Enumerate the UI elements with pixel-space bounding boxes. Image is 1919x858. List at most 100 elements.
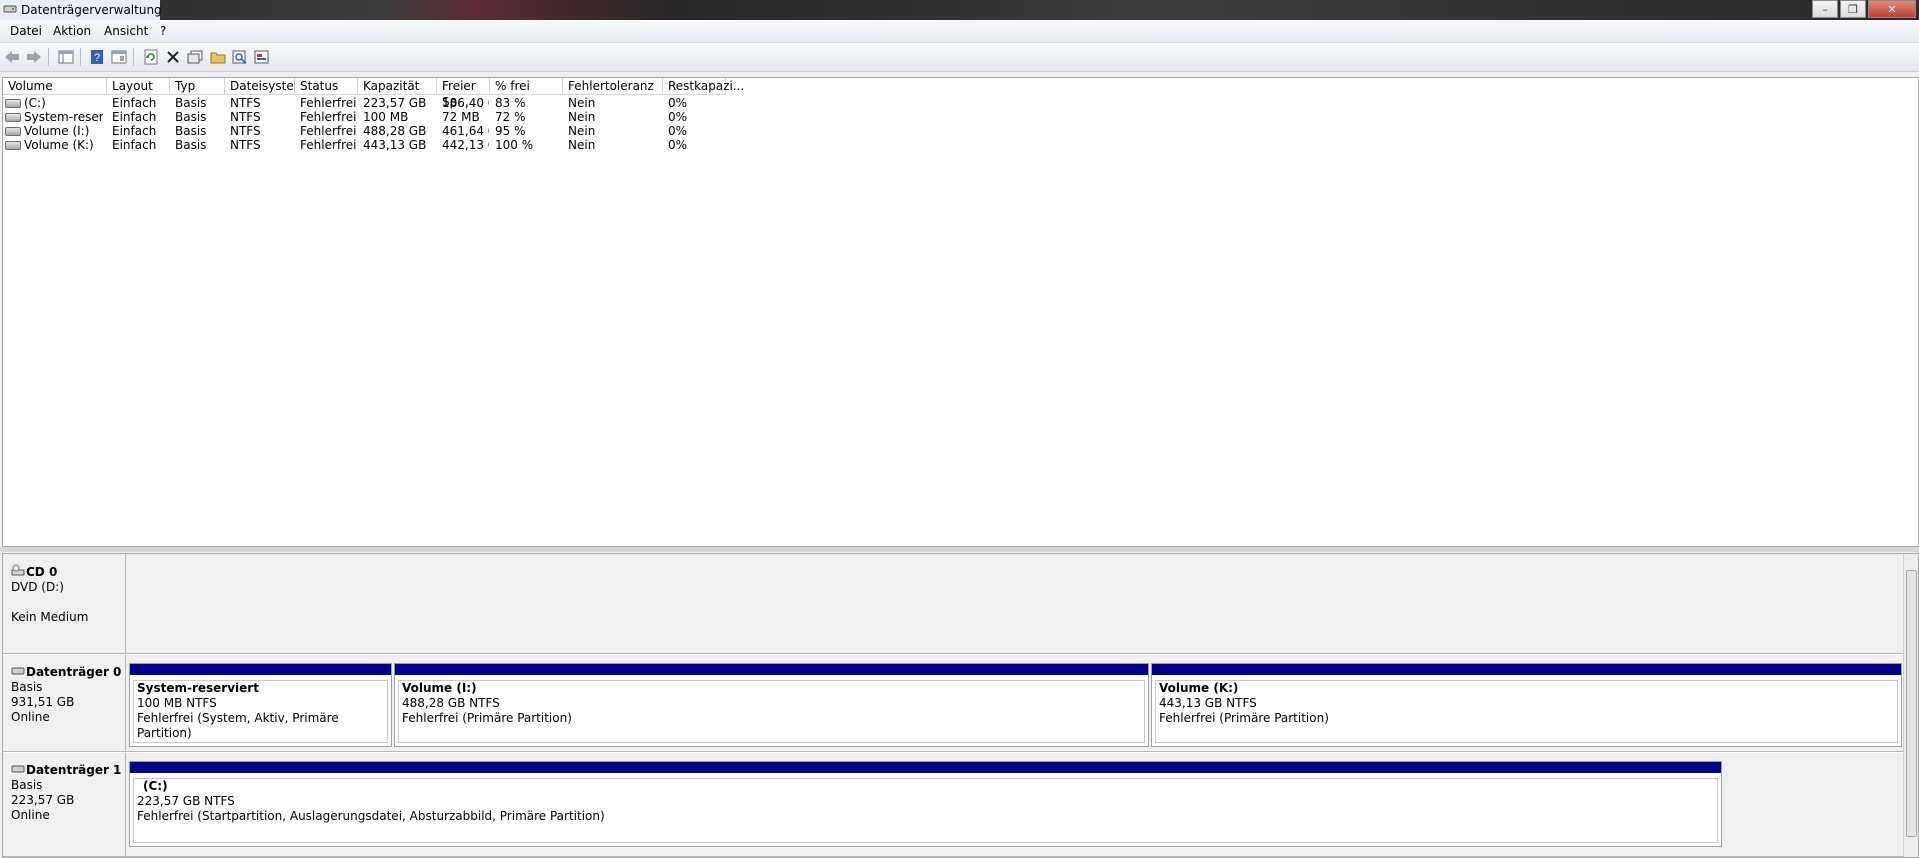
disk-name: Datenträger 1 [11, 763, 125, 778]
disk-name-text: Datenträger 1 [26, 763, 122, 777]
hard-disk-icon [11, 665, 25, 679]
disk-size: 931,51 GB [11, 695, 75, 709]
svg-text:?: ? [94, 52, 100, 64]
disk-type: Basis [11, 680, 43, 694]
table-cell: 100 % [495, 138, 534, 152]
disk-name: Datenträger 0 [11, 665, 125, 680]
minimize-button[interactable]: – [1812, 0, 1838, 18]
close-icon: ✕ [1887, 2, 1897, 16]
disk-label-2[interactable]: Datenträger 1 Basis 223,57 GB Online [3, 753, 126, 857]
partition-type-bar [130, 762, 1721, 773]
delete-icon[interactable] [165, 49, 181, 65]
disk-label-0[interactable]: CD 0 DVD (D:) Kein Medium [3, 554, 126, 654]
maximize-button[interactable]: ❐ [1840, 0, 1866, 18]
table-cell: 443,13 GB [363, 138, 427, 152]
partition-status: Fehlerfrei (System, Aktiv, Primäre Parti… [137, 711, 339, 740]
table-cell: Nein [568, 138, 596, 152]
search-icon[interactable] [232, 49, 248, 65]
back-arrow-icon[interactable] [4, 49, 20, 65]
close-button[interactable]: ✕ [1868, 0, 1916, 18]
disk-management-icon [3, 5, 17, 13]
table-row[interactable]: Volume (K:) Einfach Basis NTFS Fehlerfrei (.… [3, 137, 1918, 154]
partition-info: Volume (K:) 443,13 GB NTFS Fehlerfrei (Pri… [1155, 680, 1898, 743]
volume-name: Volume (K:) [24, 138, 94, 152]
disk-type: Basis [11, 778, 43, 792]
partition-info: (C:) 223,57 GB NTFS Fehlerfrei (Startparti… [133, 778, 1718, 843]
partition-title: Volume (I:) [402, 681, 477, 695]
partition-info: Volume (I:) 488,28 GB NTFS Fehlerfrei (Pri… [398, 680, 1145, 743]
properties-view-icon[interactable] [111, 49, 127, 65]
drive-icon [5, 127, 21, 136]
disk-partition-area-2: (C:) 223,57 GB NTFS Fehlerfrei (Startparti… [126, 753, 1903, 857]
disk-state: Online [11, 710, 50, 724]
hard-disk-icon [11, 763, 25, 777]
partition-type-bar [1152, 664, 1901, 675]
menu-datei[interactable]: Datei [10, 24, 42, 38]
menu-ansicht[interactable]: Ansicht [104, 24, 148, 38]
table-cell: Basis [175, 138, 207, 152]
column-header-4[interactable]: Dateisystem [225, 78, 305, 95]
rescan-icon[interactable] [254, 49, 270, 65]
partition-type-bar [130, 664, 391, 675]
help-icon[interactable]: ? [89, 49, 105, 65]
table-cell: Einfach [112, 138, 157, 152]
column-header-8[interactable]: % frei [490, 78, 563, 95]
partition-block[interactable]: System-reserviert 100 MB NTFS Fehlerfrei (… [129, 663, 392, 747]
vertical-scrollbar[interactable] [1903, 554, 1918, 857]
table-cell: 442,13 GB [442, 138, 489, 152]
disk-graphical-view[interactable]: CD 0 DVD (D:) Kein Medium Datenträger 0 Basi… [2, 553, 1919, 858]
toolbar-separator [133, 48, 134, 66]
partition-size: 443,13 GB NTFS [1159, 696, 1257, 710]
table-cell: Fehlerfrei (... [300, 138, 357, 152]
partition-title: Volume (K:) [1159, 681, 1239, 695]
toolbar: ? [0, 43, 1919, 72]
partition-status: Fehlerfrei (Primäre Partition) [1159, 711, 1329, 725]
volume-name: (C:) [24, 96, 46, 110]
partition-info: System-reserviert 100 MB NTFS Fehlerfrei (… [133, 680, 388, 743]
table-cell: NTFS [230, 138, 261, 152]
window-title: Datenträgerverwaltung [21, 3, 162, 17]
disk-label-1[interactable]: Datenträger 0 Basis 931,51 GB Online [3, 655, 126, 752]
partition-status: Fehlerfrei (Startpartition, Auslagerungs… [137, 809, 605, 823]
column-header-7[interactable]: Freier Sp... [437, 78, 490, 109]
properties-icon[interactable] [187, 49, 203, 65]
disk-state: Online [11, 808, 50, 822]
partition-size: 100 MB NTFS [137, 696, 217, 710]
disk-partition-area-1: System-reserviert 100 MB NTFS Fehlerfrei (… [126, 655, 1903, 752]
cd-drive-icon [11, 564, 25, 579]
forward-arrow-icon[interactable] [26, 49, 42, 65]
volume-name: Volume (I:) [24, 124, 90, 138]
disk-partition-area-0 [126, 554, 1903, 654]
volume-name: System-reserviert [24, 110, 103, 124]
disk-size: 223,57 GB [11, 793, 75, 807]
partition-block[interactable]: (C:) 223,57 GB NTFS Fehlerfrei (Startparti… [129, 761, 1722, 847]
refresh-icon[interactable] [143, 49, 159, 65]
partition-title: (C:) [143, 779, 168, 793]
open-folder-icon[interactable] [210, 49, 226, 65]
minimize-icon: – [1822, 2, 1828, 16]
partition-block[interactable]: Volume (K:) 443,13 GB NTFS Fehlerfrei (Pri… [1151, 663, 1902, 747]
partition-block[interactable]: Volume (I:) 488,28 GB NTFS Fehlerfrei (Pri… [394, 663, 1149, 747]
column-header-3[interactable]: Typ [170, 78, 225, 95]
drive-icon [5, 141, 21, 150]
column-header-1[interactable]: Volume [3, 78, 107, 95]
column-header-6[interactable]: Kapazität [358, 78, 437, 95]
column-header-5[interactable]: Status [295, 78, 358, 95]
scrollbar-thumb[interactable] [1906, 570, 1917, 837]
volume-list[interactable]: Volume Layout Typ Dateisystem Status Kapazitä… [2, 77, 1919, 547]
drive-icon [5, 99, 21, 108]
restore-icon: ❐ [1848, 2, 1858, 16]
pane-splitter[interactable] [0, 547, 1919, 552]
disk-name-text: CD 0 [26, 565, 58, 579]
partition-status: Fehlerfrei (Primäre Partition) [402, 711, 572, 725]
column-header-10[interactable]: Restkapazi... [663, 78, 744, 95]
column-header-2[interactable]: Layout [107, 78, 170, 95]
table-cell: 0% [668, 138, 688, 152]
column-header-9[interactable]: Fehlertoleranz [563, 78, 663, 95]
title-bar: Datenträgerverwaltung – ❐ ✕ [0, 0, 1919, 20]
menu-help[interactable]: ? [160, 24, 166, 38]
partition-size: 223,57 GB NTFS [137, 794, 235, 808]
console-tree-icon[interactable] [58, 49, 74, 65]
menu-aktion[interactable]: Aktion [53, 24, 91, 38]
